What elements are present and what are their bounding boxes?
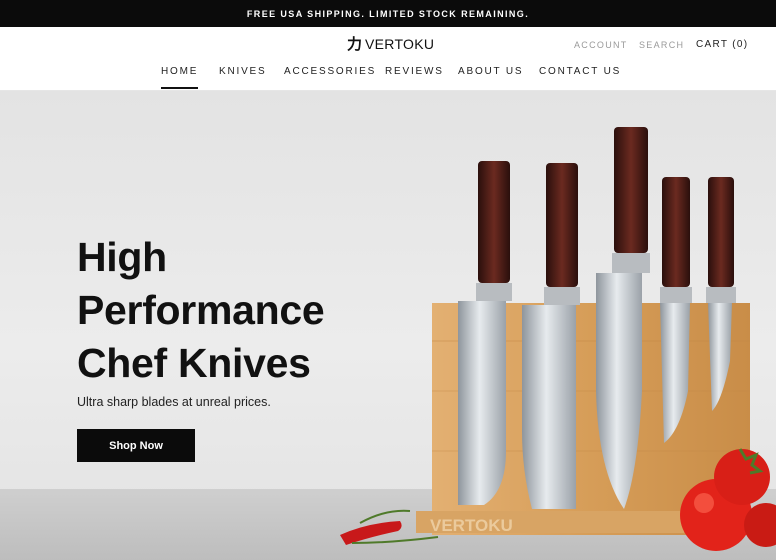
headline-line: Performance [77, 287, 325, 333]
cart-link[interactable]: CART (0) [696, 39, 748, 50]
nav-item-contact-us[interactable]: CONTACT US [539, 66, 621, 87]
brand-name: VERTOKU [365, 36, 435, 52]
announcement-bar: FREE USA SHIPPING. LIMITED STOCK REMAINI… [0, 0, 776, 27]
nav-item-reviews[interactable]: REVIEWS [385, 66, 444, 87]
account-link[interactable]: ACCOUNT [574, 40, 628, 50]
search-link[interactable]: SEARCH [639, 40, 684, 50]
main-nav: HOME KNIVES ACCESSORIES REVIEWS ABOUT US… [0, 66, 776, 91]
announcement-text: FREE USA SHIPPING. LIMITED STOCK REMAINI… [246, 8, 530, 19]
headline-line: High [77, 234, 167, 280]
nav-item-home[interactable]: HOME [161, 66, 199, 89]
brand-mark-icon: 力 [347, 35, 363, 53]
cart-label: CART [696, 39, 729, 50]
block-engraving: VERTOKU [430, 516, 513, 535]
hero-banner: VERTOKU High Performance Chef Knives Ult… [0, 91, 776, 560]
nav-item-about-us[interactable]: ABOUT US [458, 66, 523, 87]
nav-item-knives[interactable]: KNIVES [219, 66, 266, 87]
nav-item-accessories[interactable]: ACCESSORIES [284, 66, 376, 87]
headline-line: Chef Knives [77, 340, 311, 386]
site-header: 力 VERTOKU ACCOUNT SEARCH CART (0) HOME K… [0, 27, 776, 91]
hero-subheadline: Ultra sharp blades at unreal prices. [77, 395, 271, 409]
cart-count: (0) [732, 39, 749, 50]
shop-now-button[interactable]: Shop Now [77, 429, 195, 462]
hero-headline: High Performance Chef Knives [77, 231, 325, 390]
brand-logo[interactable]: 力 VERTOKU [347, 36, 434, 52]
